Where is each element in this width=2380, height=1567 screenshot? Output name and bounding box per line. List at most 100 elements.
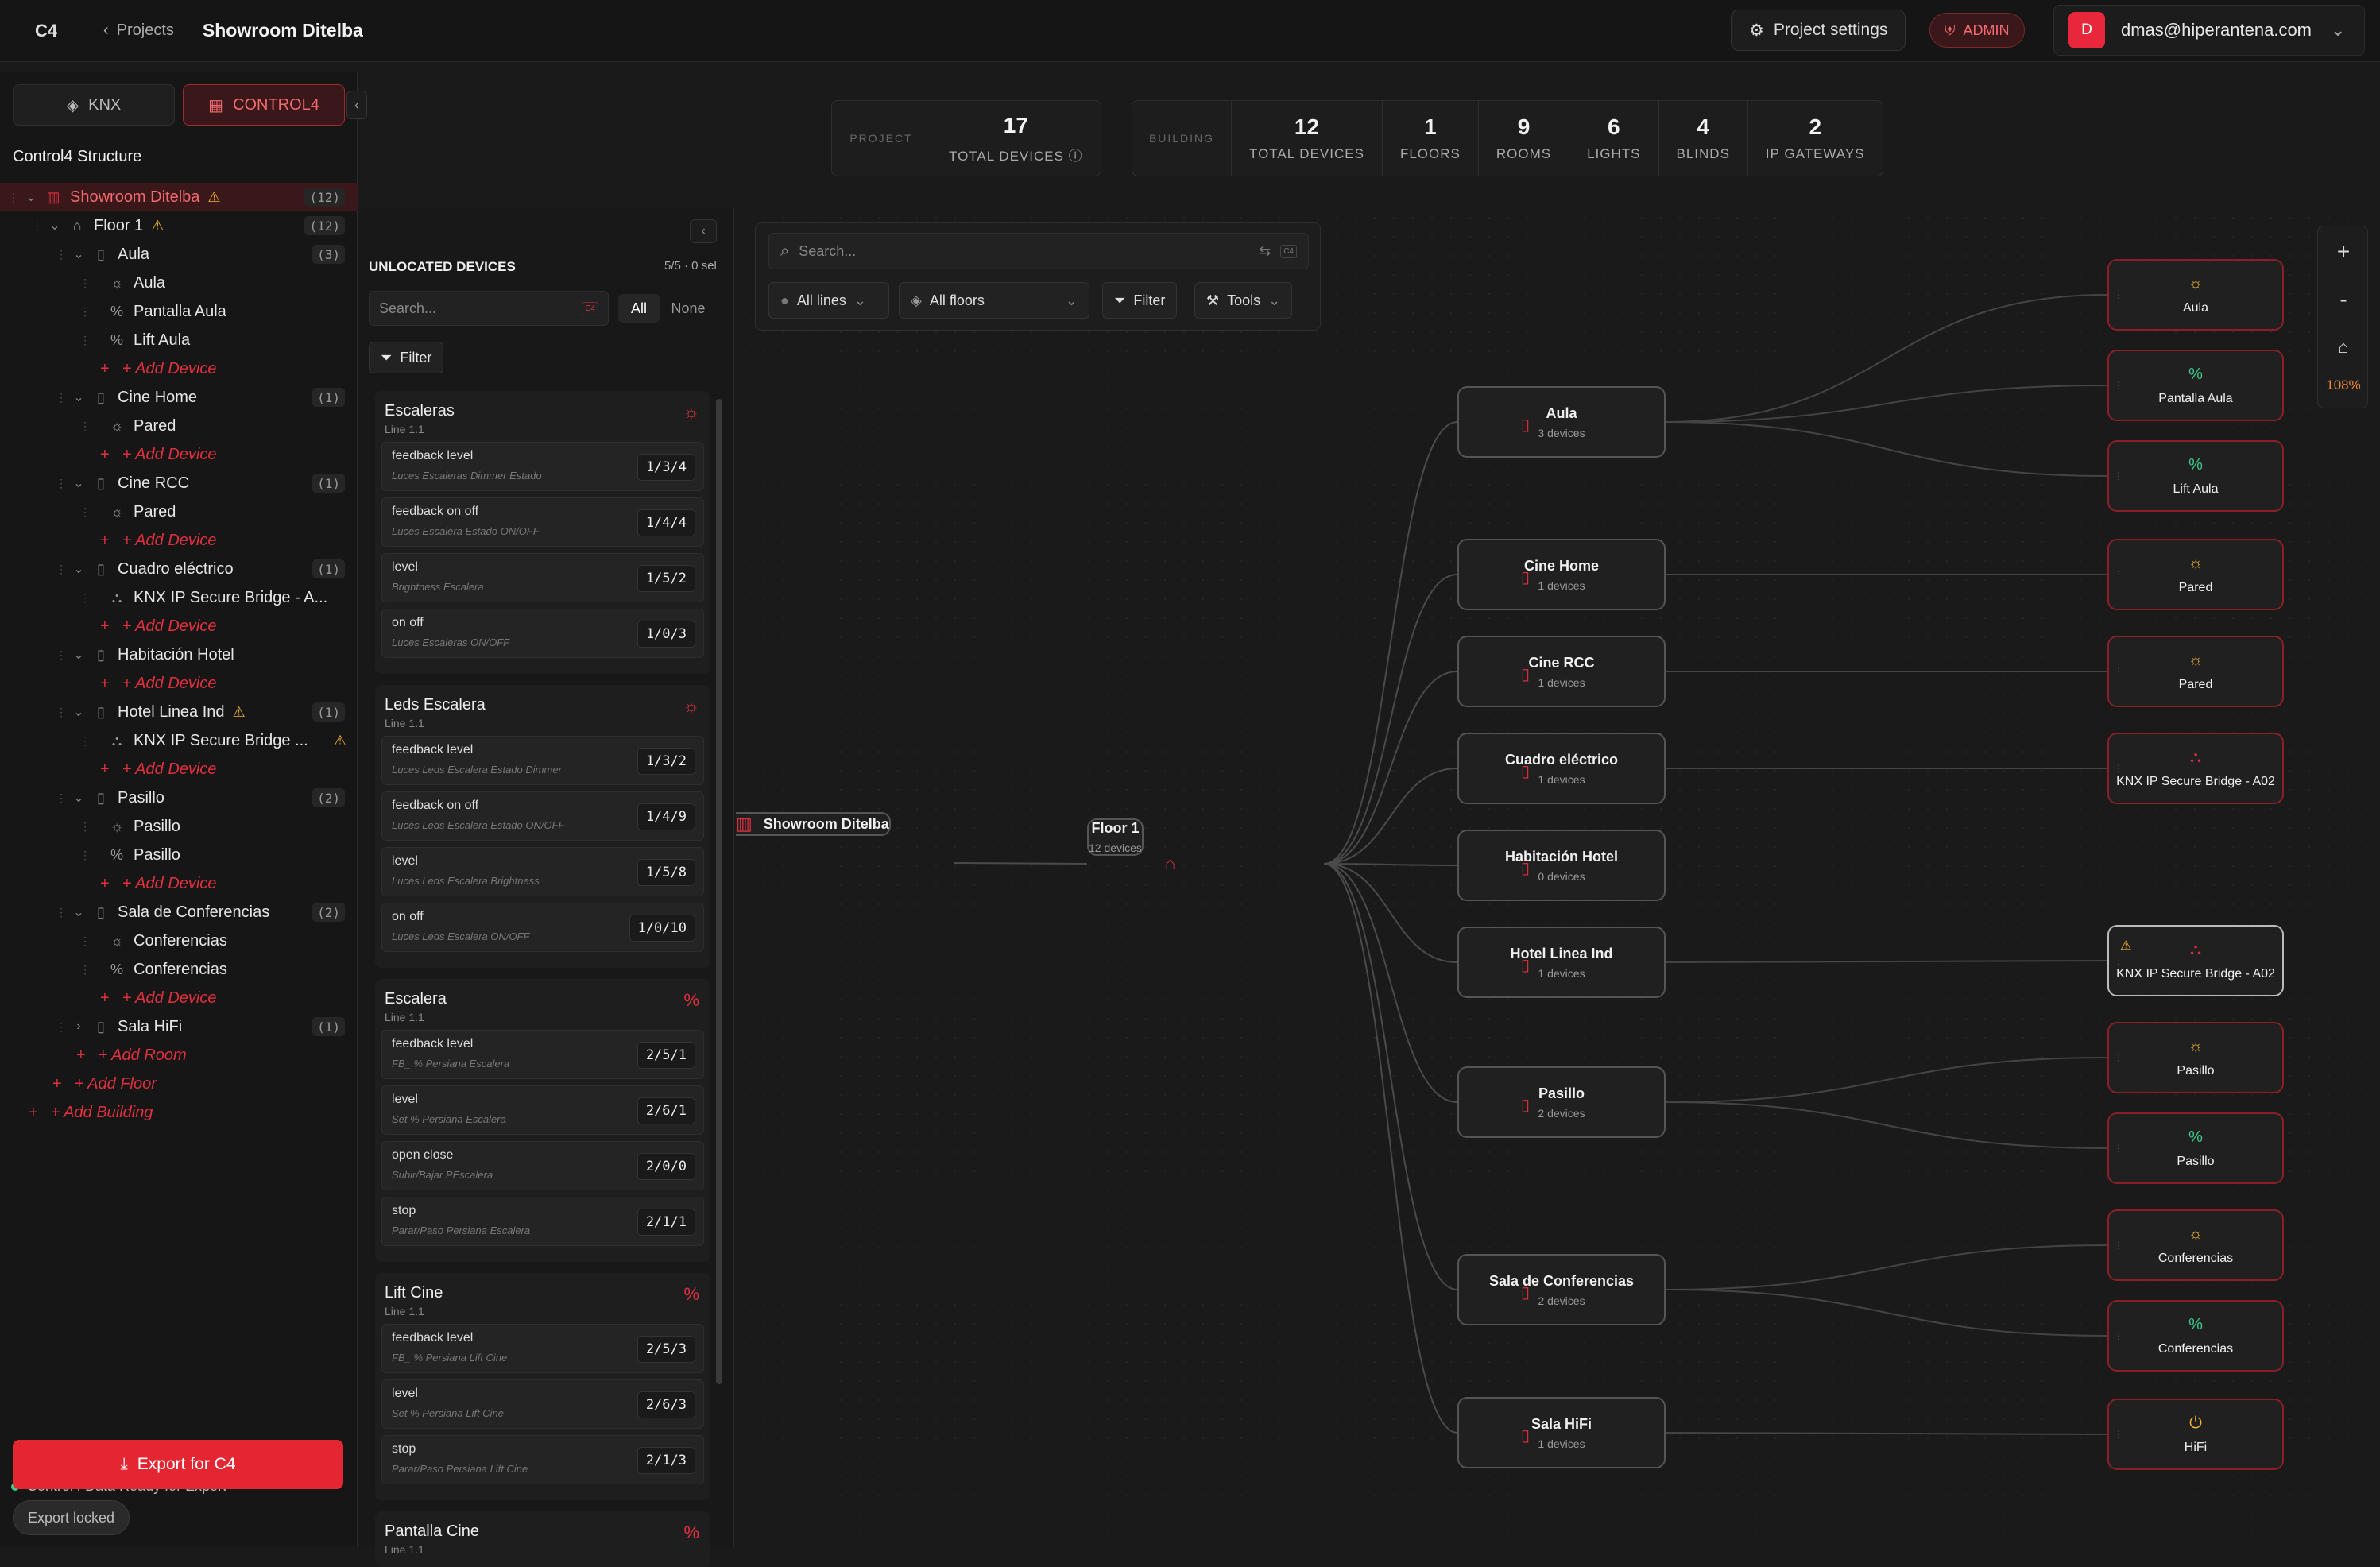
export-button[interactable]: ⤓ Export for C4: [13, 1440, 343, 1489]
tree-room[interactable]: ⋮ ⌄ ▯ Aula (3): [0, 240, 358, 269]
drag-handle-icon[interactable]: ⋮: [2114, 289, 2123, 300]
group-object[interactable]: feedback level FB_ % Persiana Lift Cine …: [381, 1324, 704, 1373]
tree-room[interactable]: ⋮ › ▯ Sala HiFi (1): [0, 1012, 358, 1041]
user-menu[interactable]: D dmas@hiperantena.com ⌄: [2053, 5, 2365, 56]
canvas-search-input[interactable]: ⌕ Search... ⇆ C4: [768, 233, 1309, 269]
swap-icon[interactable]: ⇆: [1259, 243, 1271, 260]
device-group[interactable]: Pantalla Cine Line 1.1 %: [375, 1511, 710, 1567]
chevron-down-icon[interactable]: ⌄: [67, 647, 91, 663]
group-object[interactable]: feedback level Luces Leds Escalera Estad…: [381, 736, 704, 785]
drag-handle-icon[interactable]: ⋮: [79, 505, 91, 519]
canvas-filter-button[interactable]: ⏷ Filter: [1102, 282, 1178, 319]
floors-select[interactable]: ◈ All floors ⌄: [899, 282, 1089, 319]
tab-knx[interactable]: ◈ KNX: [13, 84, 175, 126]
drag-handle-icon[interactable]: ⋮: [56, 248, 67, 261]
device-node[interactable]: ⛬ KNX IP Secure Bridge - A02 ⋮: [2107, 733, 2284, 804]
add-item-button[interactable]: + + Add Floor: [0, 1070, 358, 1098]
floor-node[interactable]: ⌂ Floor 1 12 devices: [1087, 818, 1175, 873]
tree-room[interactable]: ⋮ ⌄ ▯ Cine Home (1): [0, 383, 358, 412]
drag-handle-icon[interactable]: ⋮: [2114, 470, 2123, 482]
lines-select[interactable]: ● All lines ⌄: [768, 282, 889, 319]
tree-dev[interactable]: ⋮% Conferencias: [0, 955, 358, 984]
chevron-down-icon[interactable]: ⌄: [67, 904, 91, 920]
unlocated-search-input[interactable]: Search... C4: [369, 291, 609, 326]
chevron-right-icon[interactable]: ›: [67, 1020, 91, 1034]
tree-room[interactable]: ⋮ ⌄ ▯ Habitación Hotel: [0, 640, 358, 669]
collapse-unlocated-button[interactable]: ‹: [690, 219, 717, 243]
add-item-button[interactable]: + + Add Building: [0, 1098, 358, 1127]
drag-handle-icon[interactable]: ⋮: [56, 906, 67, 919]
drag-handle-icon[interactable]: ⋮: [79, 820, 91, 834]
tree-room[interactable]: ⋮ ⌄ ▯ Pasillo (2): [0, 784, 358, 812]
chevron-down-icon[interactable]: ⌄: [67, 475, 91, 491]
add-item-button[interactable]: + + Add Device: [0, 526, 358, 555]
device-node[interactable]: ☼ Aula ⋮: [2107, 259, 2284, 331]
room-node[interactable]: ▯ Cine Home 1 devices: [1457, 539, 1666, 610]
device-node[interactable]: % Lift Aula ⋮: [2107, 440, 2284, 512]
select-none-button[interactable]: None: [664, 294, 712, 323]
chevron-down-icon[interactable]: ⌄: [67, 561, 91, 577]
drag-handle-icon[interactable]: ⋮: [2114, 1240, 2123, 1251]
room-node[interactable]: ▯ Habitación Hotel 0 devices: [1457, 830, 1666, 901]
drag-handle-icon[interactable]: ⋮: [79, 420, 91, 433]
device-node[interactable]: % Pasillo ⋮: [2107, 1112, 2284, 1184]
back-to-projects-link[interactable]: ‹ Projects: [103, 21, 174, 40]
device-node[interactable]: % Pantalla Aula ⋮: [2107, 350, 2284, 421]
tree-room[interactable]: ⋮ ⌄ ▯ Cine RCC (1): [0, 469, 358, 497]
tree-dev[interactable]: ⋮% Pasillo: [0, 841, 358, 869]
project-settings-button[interactable]: ⚙ Project settings: [1731, 10, 1906, 51]
group-object[interactable]: on off Luces Escaleras ON/OFF 1/0/3: [381, 609, 704, 658]
drag-handle-icon[interactable]: ⋮: [2114, 666, 2123, 677]
fit-view-button[interactable]: ⌂: [2324, 328, 2363, 366]
drag-handle-icon[interactable]: ⋮: [79, 305, 91, 319]
room-node[interactable]: ▯ Cine RCC 1 devices: [1457, 636, 1666, 707]
building-node[interactable]: ▥ Showroom Ditelba: [736, 812, 891, 836]
zoom-out-button[interactable]: -: [2324, 281, 2363, 319]
scrollbar[interactable]: [716, 399, 722, 1384]
collapse-panel-button[interactable]: ‹: [346, 91, 367, 119]
device-node[interactable]: ⛬ KNX IP Secure Bridge - A02 ⋮ ⚠: [2107, 925, 2284, 996]
room-node[interactable]: ▯ Sala HiFi 1 devices: [1457, 1397, 1666, 1468]
room-node[interactable]: ▯ Hotel Linea Ind 1 devices: [1457, 927, 1666, 998]
drag-handle-icon[interactable]: ⋮: [2114, 763, 2123, 774]
drag-handle-icon[interactable]: ⋮: [2114, 955, 2123, 966]
add-item-button[interactable]: + + Add Device: [0, 669, 358, 698]
drag-handle-icon[interactable]: ⋮: [79, 734, 91, 748]
topology-canvas[interactable]: ▥ Showroom Ditelba ⌂ Floor 1 12 devices ▯ Aula…: [736, 208, 2380, 1547]
chevron-down-icon[interactable]: ⌄: [67, 704, 91, 720]
drag-handle-icon[interactable]: ⋮: [8, 191, 19, 204]
add-item-button[interactable]: + + Add Room: [0, 1041, 358, 1070]
tree-dev[interactable]: ⋮% Lift Aula: [0, 326, 358, 354]
add-item-button[interactable]: + + Add Device: [0, 984, 358, 1012]
add-item-button[interactable]: + + Add Device: [0, 440, 358, 469]
add-item-button[interactable]: + + Add Device: [0, 612, 358, 640]
device-node[interactable]: ☼ Pared ⋮: [2107, 636, 2284, 707]
select-all-button[interactable]: All: [618, 294, 660, 323]
device-group[interactable]: Escaleras Line 1.1 ☼ feedback level Luces…: [375, 391, 710, 674]
drag-handle-icon[interactable]: ⋮: [2114, 1330, 2123, 1341]
add-item-button[interactable]: + + Add Device: [0, 869, 358, 898]
drag-handle-icon[interactable]: ⋮: [79, 934, 91, 948]
drag-handle-icon[interactable]: ⋮: [2114, 1429, 2123, 1440]
group-object[interactable]: stop Parar/Paso Persiana Lift Cine 2/1/3: [381, 1435, 704, 1484]
group-object[interactable]: level Set % Persiana Escalera 2/6/1: [381, 1085, 704, 1135]
group-object[interactable]: feedback on off Luces Escalera Estado ON…: [381, 497, 704, 547]
tree-floor[interactable]: ⋮ ⌄ ⌂ Floor 1 ⚠ (12): [0, 211, 358, 240]
unlocated-filter-button[interactable]: ⏷ Filter: [369, 342, 444, 373]
tree-dev[interactable]: ⋮% Pantalla Aula: [0, 297, 358, 326]
tree-dev[interactable]: ⋮ ⛬ KNX IP Secure Bridge ... ⚠: [0, 726, 358, 755]
tools-menu-button[interactable]: ⚒ Tools ⌄: [1194, 282, 1293, 319]
chevron-down-icon[interactable]: ⌄: [43, 218, 67, 234]
device-node[interactable]: ☼ Pasillo ⋮: [2107, 1022, 2284, 1093]
device-group[interactable]: Escalera Line 1.1 % feedback level FB_ % …: [375, 979, 710, 1262]
drag-handle-icon[interactable]: ⋮: [79, 277, 91, 290]
drag-handle-icon[interactable]: ⋮: [56, 648, 67, 662]
drag-handle-icon[interactable]: ⋮: [2114, 380, 2123, 391]
group-object[interactable]: open close Subir/Bajar PEscalera 2/0/0: [381, 1141, 704, 1190]
device-group[interactable]: Lift Cine Line 1.1 % feedback level FB_ %…: [375, 1273, 710, 1500]
drag-handle-icon[interactable]: ⋮: [2114, 1143, 2123, 1154]
chevron-down-icon[interactable]: ⌄: [67, 389, 91, 405]
device-group[interactable]: Leds Escalera Line 1.1 ☼ feedback level L…: [375, 685, 710, 968]
drag-handle-icon[interactable]: ⋮: [79, 849, 91, 862]
drag-handle-icon[interactable]: ⋮: [79, 334, 91, 347]
